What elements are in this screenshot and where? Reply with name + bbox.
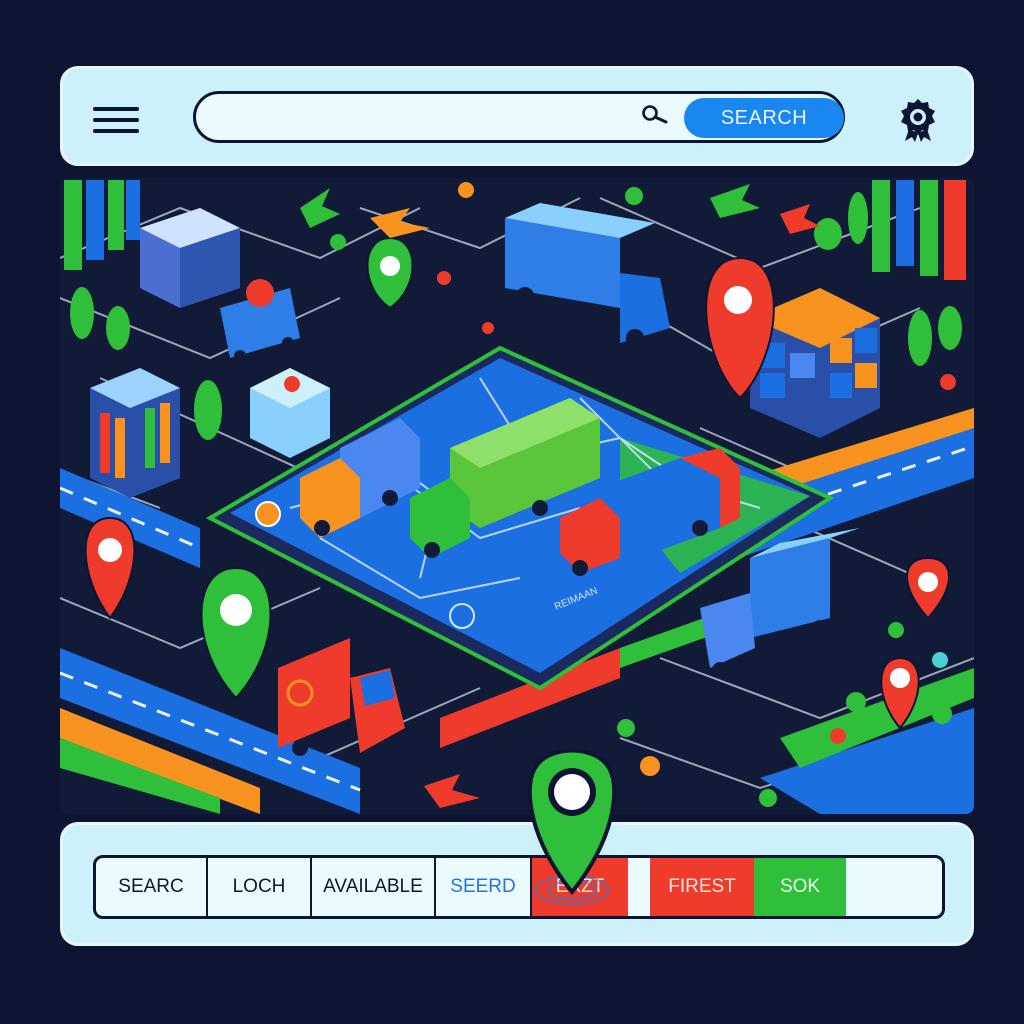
hamburger-icon[interactable] [93,107,139,133]
map-view[interactable]: REIMAAN [60,178,974,814]
award-badge-icon[interactable] [895,97,941,143]
office-building-left [90,368,180,498]
button-spacer [628,858,650,916]
warehouse-building-topleft [140,208,240,308]
search-field: SEARCH [193,91,845,143]
loch-button[interactable]: LOCH [208,858,312,916]
search-button[interactable]: SEARCH [684,98,844,138]
first-button[interactable]: FIREST [650,858,754,916]
sok-button[interactable]: SOK [754,858,846,916]
search-input[interactable] [214,102,638,134]
location-pin-icon[interactable] [520,730,624,910]
magnifier-icon[interactable] [640,102,670,132]
bottom-bar: SEARC LOCH AVAILABLE SEERD EXZT FIREST S… [60,822,974,946]
top-bar: SEARCH [60,66,974,166]
bottom-button-row: SEARC LOCH AVAILABLE SEERD EXZT FIREST S… [93,855,945,919]
available-button[interactable]: AVAILABLE [312,858,436,916]
seerd-button[interactable]: SEERD [436,858,532,916]
map-canvas: REIMAAN [60,178,974,814]
searc-button[interactable]: SEARC [96,858,208,916]
